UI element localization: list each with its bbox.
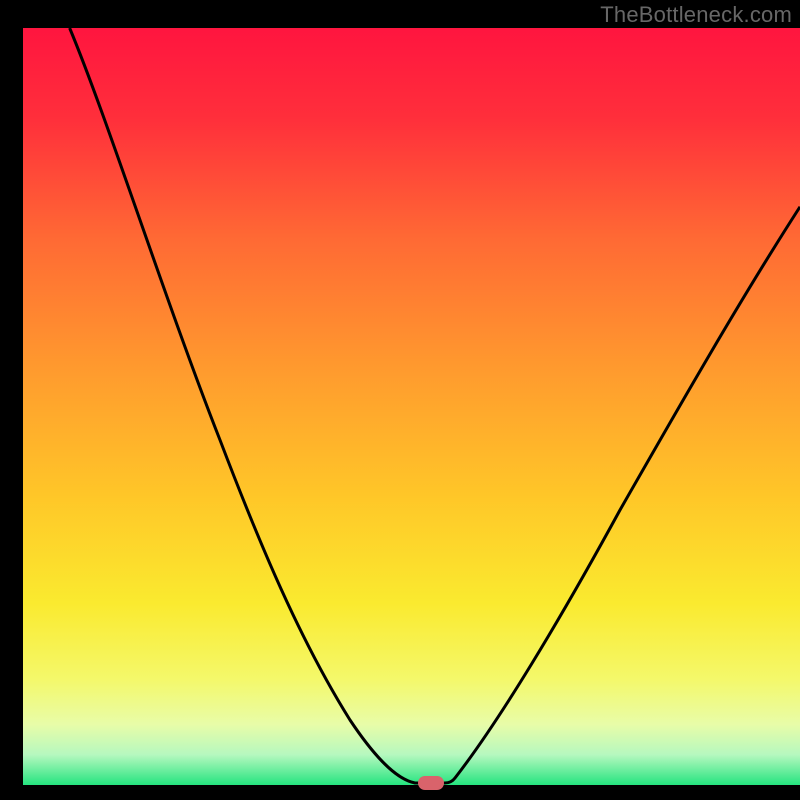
bottleneck-chart xyxy=(0,0,800,800)
chart-frame: TheBottleneck.com xyxy=(0,0,800,800)
optimal-marker xyxy=(418,776,444,790)
gradient-background xyxy=(23,28,800,785)
watermark-text: TheBottleneck.com xyxy=(600,2,792,28)
